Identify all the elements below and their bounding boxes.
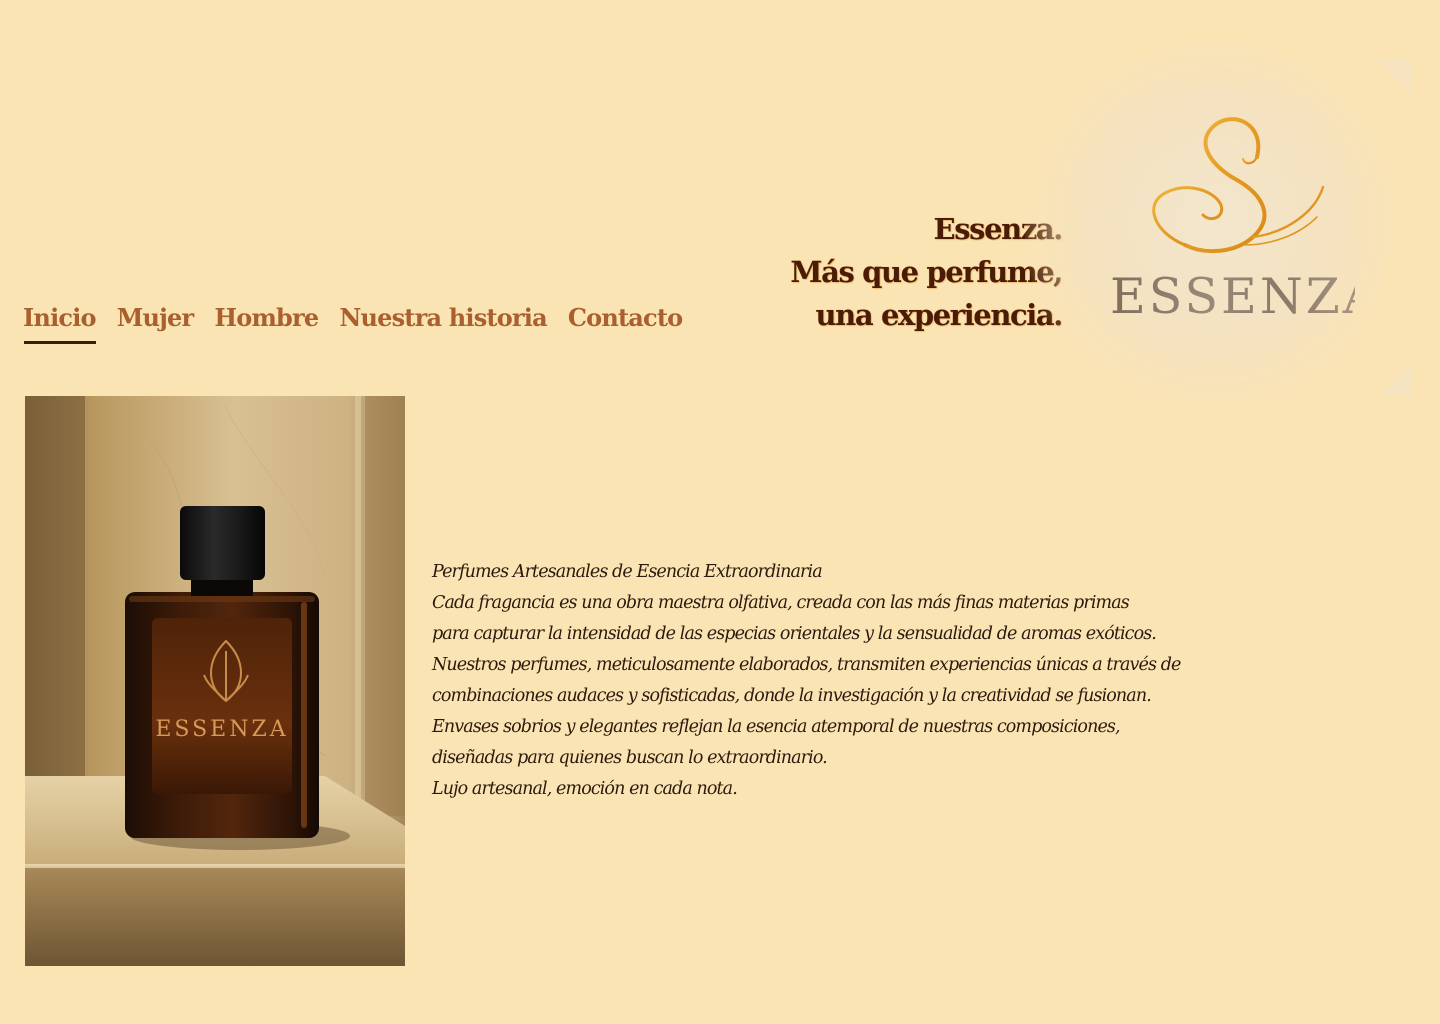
description-line: combinaciones audaces y sofisticadas, do… (432, 686, 1152, 706)
logo-corner-decoration (1378, 60, 1412, 94)
description-heading: Perfumes Artesanales de Esencia Extraord… (432, 562, 823, 582)
description-line: diseñadas para quienes buscan lo extraor… (432, 748, 828, 768)
nav-item-contacto[interactable]: Contacto (568, 300, 683, 342)
nav-item-nuestra-historia[interactable]: Nuestra historia (339, 300, 547, 342)
logo-wordmark: ESSENZA (1110, 268, 1382, 325)
description-line: Lujo artesanal, emoción en cada nota. (432, 779, 738, 799)
tagline-line-2: Más que perfume, (790, 255, 1063, 289)
description-line: Cada fragancia es una obra maestra olfat… (432, 593, 1130, 613)
tagline-line-3: una experiencia. (815, 298, 1063, 332)
tagline-line-1: Essenza. (933, 212, 1064, 246)
description-line: para capturar la intensidad de las espec… (432, 624, 1157, 644)
hero-tagline: Essenza. Más que perfume, una experienci… (790, 208, 1064, 337)
nav-item-inicio[interactable]: Inicio (23, 300, 97, 344)
nav-item-hombre[interactable]: Hombre (214, 300, 319, 342)
logo-corner-decoration (1378, 362, 1412, 396)
brand-description: Perfumes Artesanales de Esencia Extraord… (432, 557, 1192, 805)
perfume-bottle-photo: ESSENZA (25, 396, 405, 966)
bottle-label: ESSENZA (155, 717, 288, 742)
description-line: Envases sobrios y elegantes reflejan la … (432, 717, 1121, 737)
swirl-s-icon (1152, 117, 1325, 254)
brand-logo[interactable]: ESSENZA (1025, 40, 1412, 420)
nav-item-mujer[interactable]: Mujer (117, 300, 194, 342)
product-image: ESSENZA (25, 396, 405, 966)
description-line: Nuestros perfumes, meticulosamente elabo… (432, 655, 1181, 675)
main-nav: Inicio Mujer Hombre Nuestra historia Con… (23, 300, 683, 344)
